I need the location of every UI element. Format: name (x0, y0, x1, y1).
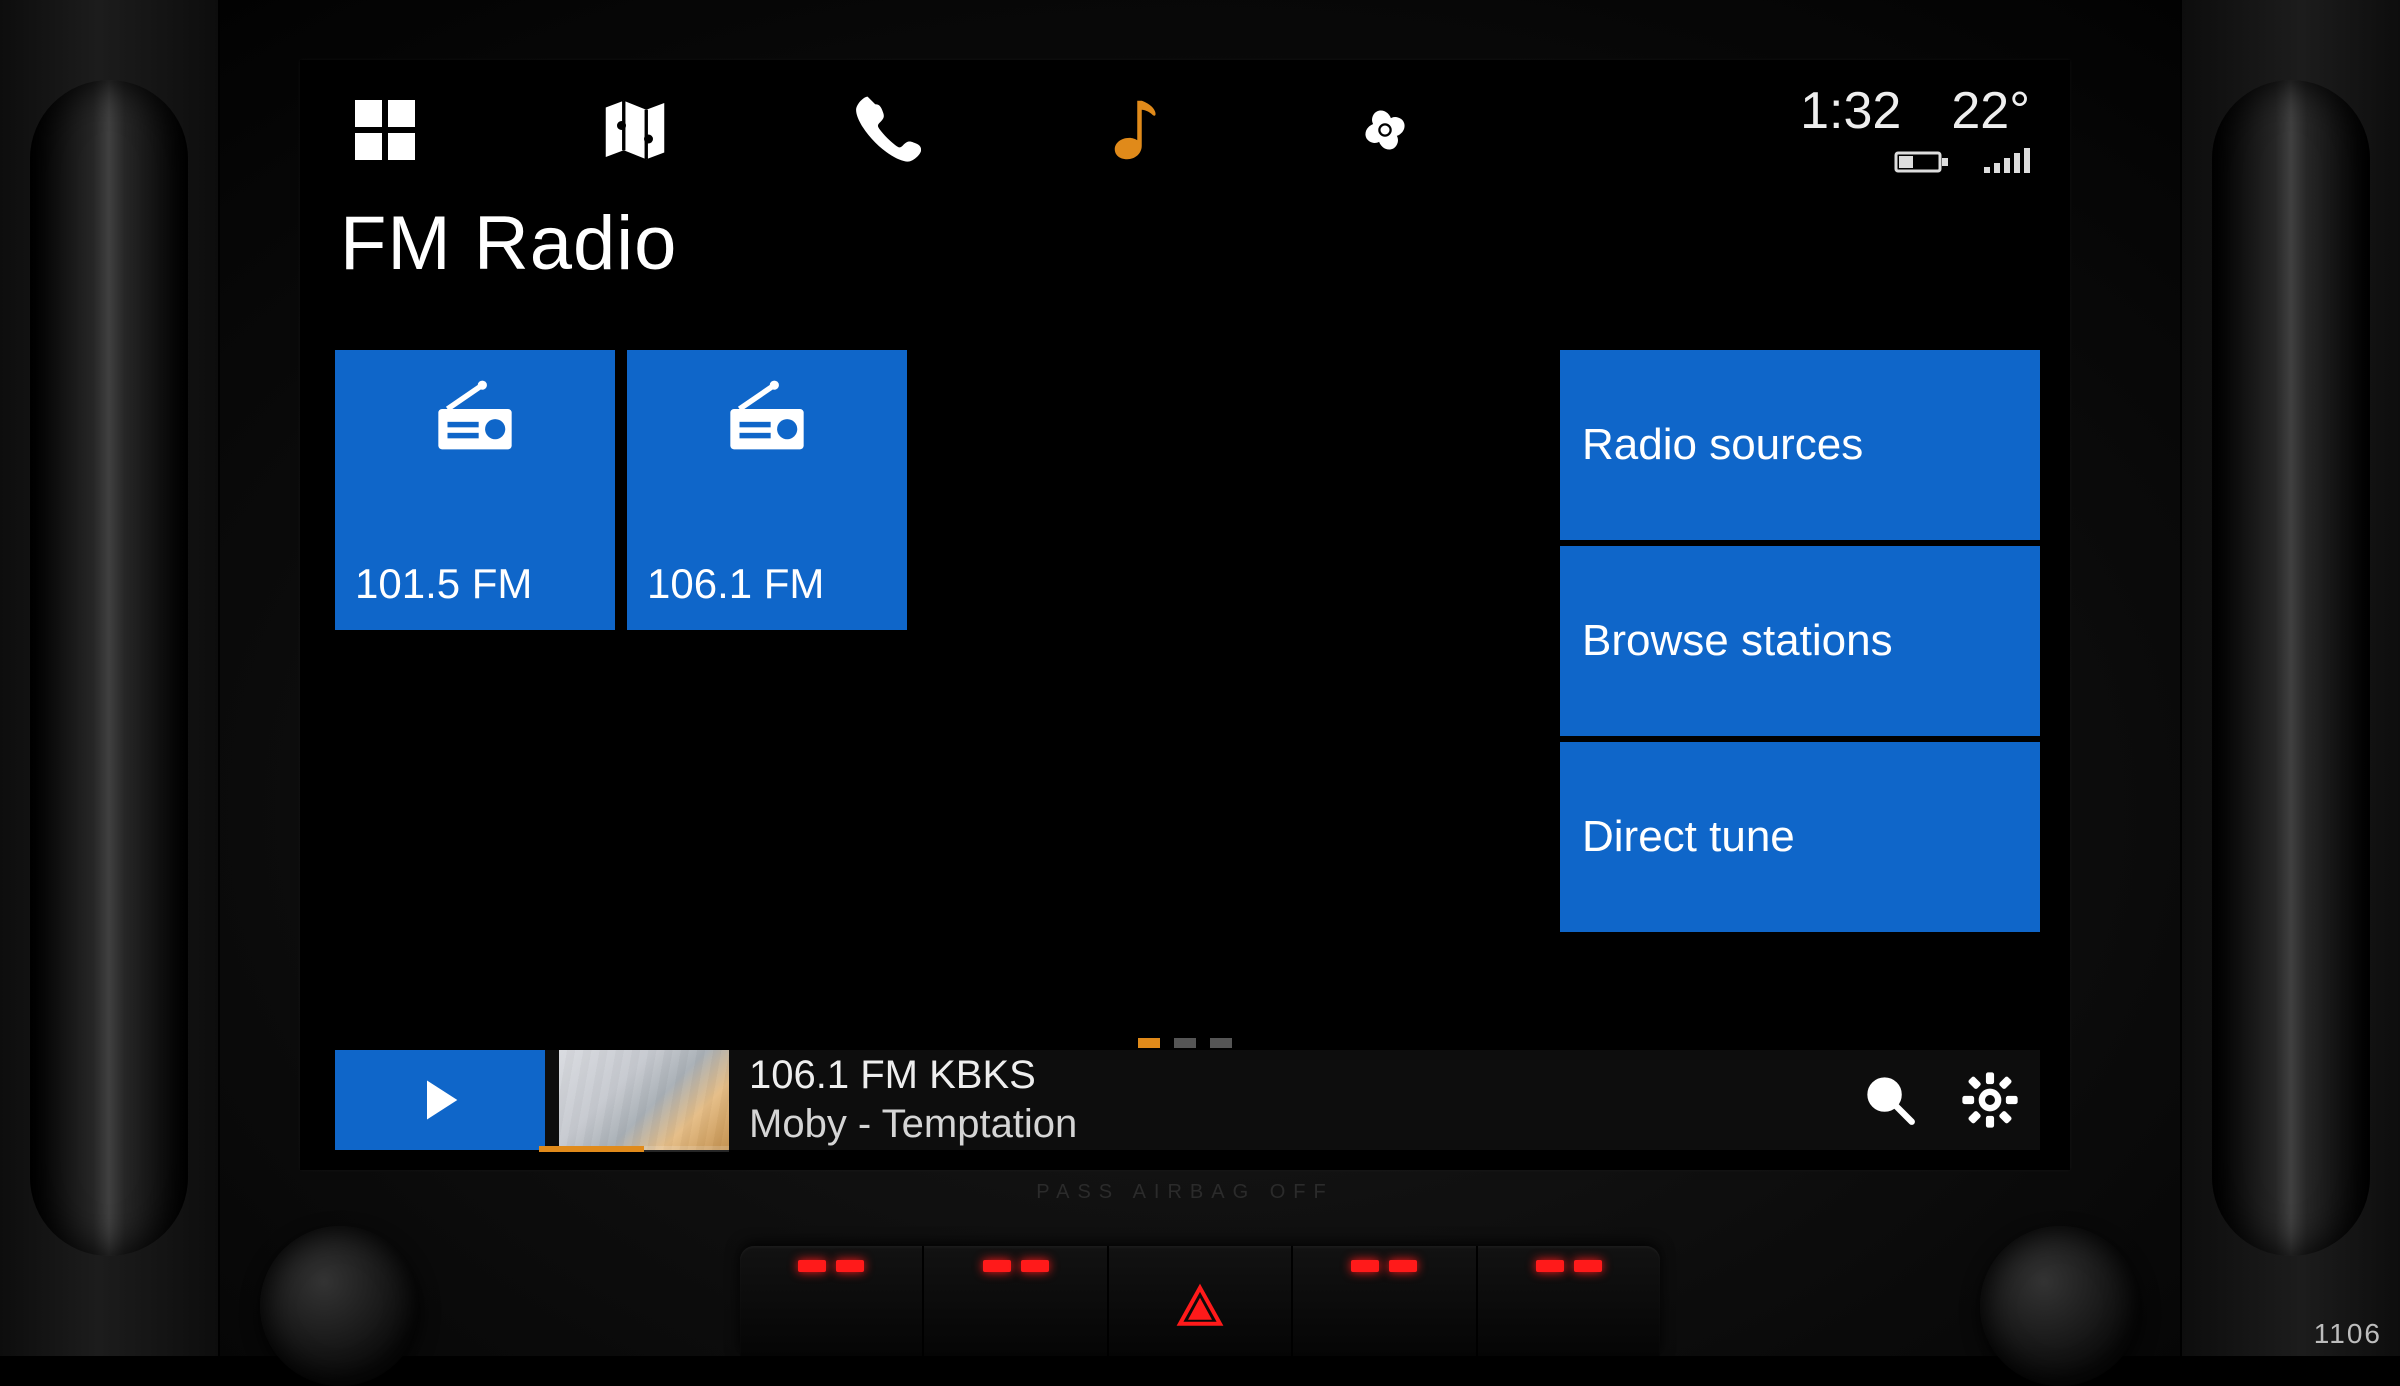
page-dot[interactable] (1210, 1038, 1232, 1048)
preset-tile-1[interactable]: 101.5 FM (335, 350, 615, 630)
track-info[interactable]: 106.1 FM KBKS Moby - Temptation (729, 1050, 1077, 1150)
corner-code: 1106 (2314, 1318, 2382, 1350)
hw-button[interactable] (1293, 1246, 1477, 1356)
page-indicator (1138, 1038, 1232, 1048)
nav-icons (330, 85, 1430, 175)
preset-tile-2[interactable]: 106.1 FM (627, 350, 907, 630)
page-dot[interactable] (1138, 1038, 1160, 1048)
music-icon[interactable] (1090, 85, 1180, 175)
right-panel: Radio sources Browse stations Direct tun… (1560, 350, 2040, 932)
hw-button[interactable] (1478, 1246, 1660, 1356)
album-art[interactable] (559, 1050, 729, 1150)
station-label: 106.1 FM KBKS (749, 1053, 1077, 1098)
radio-sources-button[interactable]: Radio sources (1560, 350, 2040, 540)
now-playing-bar: 106.1 FM KBKS Moby - Temptation (335, 1050, 2040, 1150)
top-nav-bar: 1:32 22° (300, 60, 2070, 190)
track-label: Moby - Temptation (749, 1102, 1077, 1147)
hw-button[interactable] (740, 1246, 924, 1356)
hazard-button[interactable] (1109, 1246, 1293, 1356)
settings-button[interactable] (1940, 1050, 2040, 1150)
direct-tune-button[interactable]: Direct tune (1560, 742, 2040, 932)
temperature: 22° (1951, 81, 2030, 141)
hw-button[interactable] (924, 1246, 1108, 1356)
climate-icon[interactable] (1340, 85, 1430, 175)
radio-icon (627, 380, 907, 460)
search-button[interactable] (1840, 1050, 1940, 1150)
button-strip (740, 1246, 1660, 1356)
radio-icon (335, 380, 615, 460)
dashboard-frame: 1:32 22° FM Radio (0, 0, 2400, 1356)
browse-stations-button[interactable]: Browse stations (1560, 546, 2040, 736)
status-area: 1:32 22° (1800, 81, 2040, 180)
page-dot[interactable] (1174, 1038, 1196, 1048)
content-area: 101.5 FM 106.1 FM Radio sources Browse s… (335, 350, 2040, 1020)
right-knob[interactable] (1980, 1226, 2140, 1386)
page-title: FM Radio (300, 190, 2070, 317)
airbag-label: PASS AIRBAG OFF (1036, 1181, 1333, 1204)
preset-label: 106.1 FM (647, 560, 824, 608)
battery-icon (1894, 147, 1954, 180)
clock: 1:32 (1800, 81, 1901, 141)
infotainment-screen: 1:32 22° FM Radio (300, 60, 2070, 1170)
left-knob[interactable] (260, 1226, 420, 1386)
maps-icon[interactable] (590, 85, 680, 175)
left-trim (0, 0, 220, 1356)
right-trim (2180, 0, 2400, 1356)
home-icon[interactable] (340, 85, 430, 175)
preset-label: 101.5 FM (355, 560, 532, 608)
phone-icon[interactable] (840, 85, 930, 175)
play-button[interactable] (335, 1050, 545, 1150)
signal-icon (1982, 147, 2030, 180)
